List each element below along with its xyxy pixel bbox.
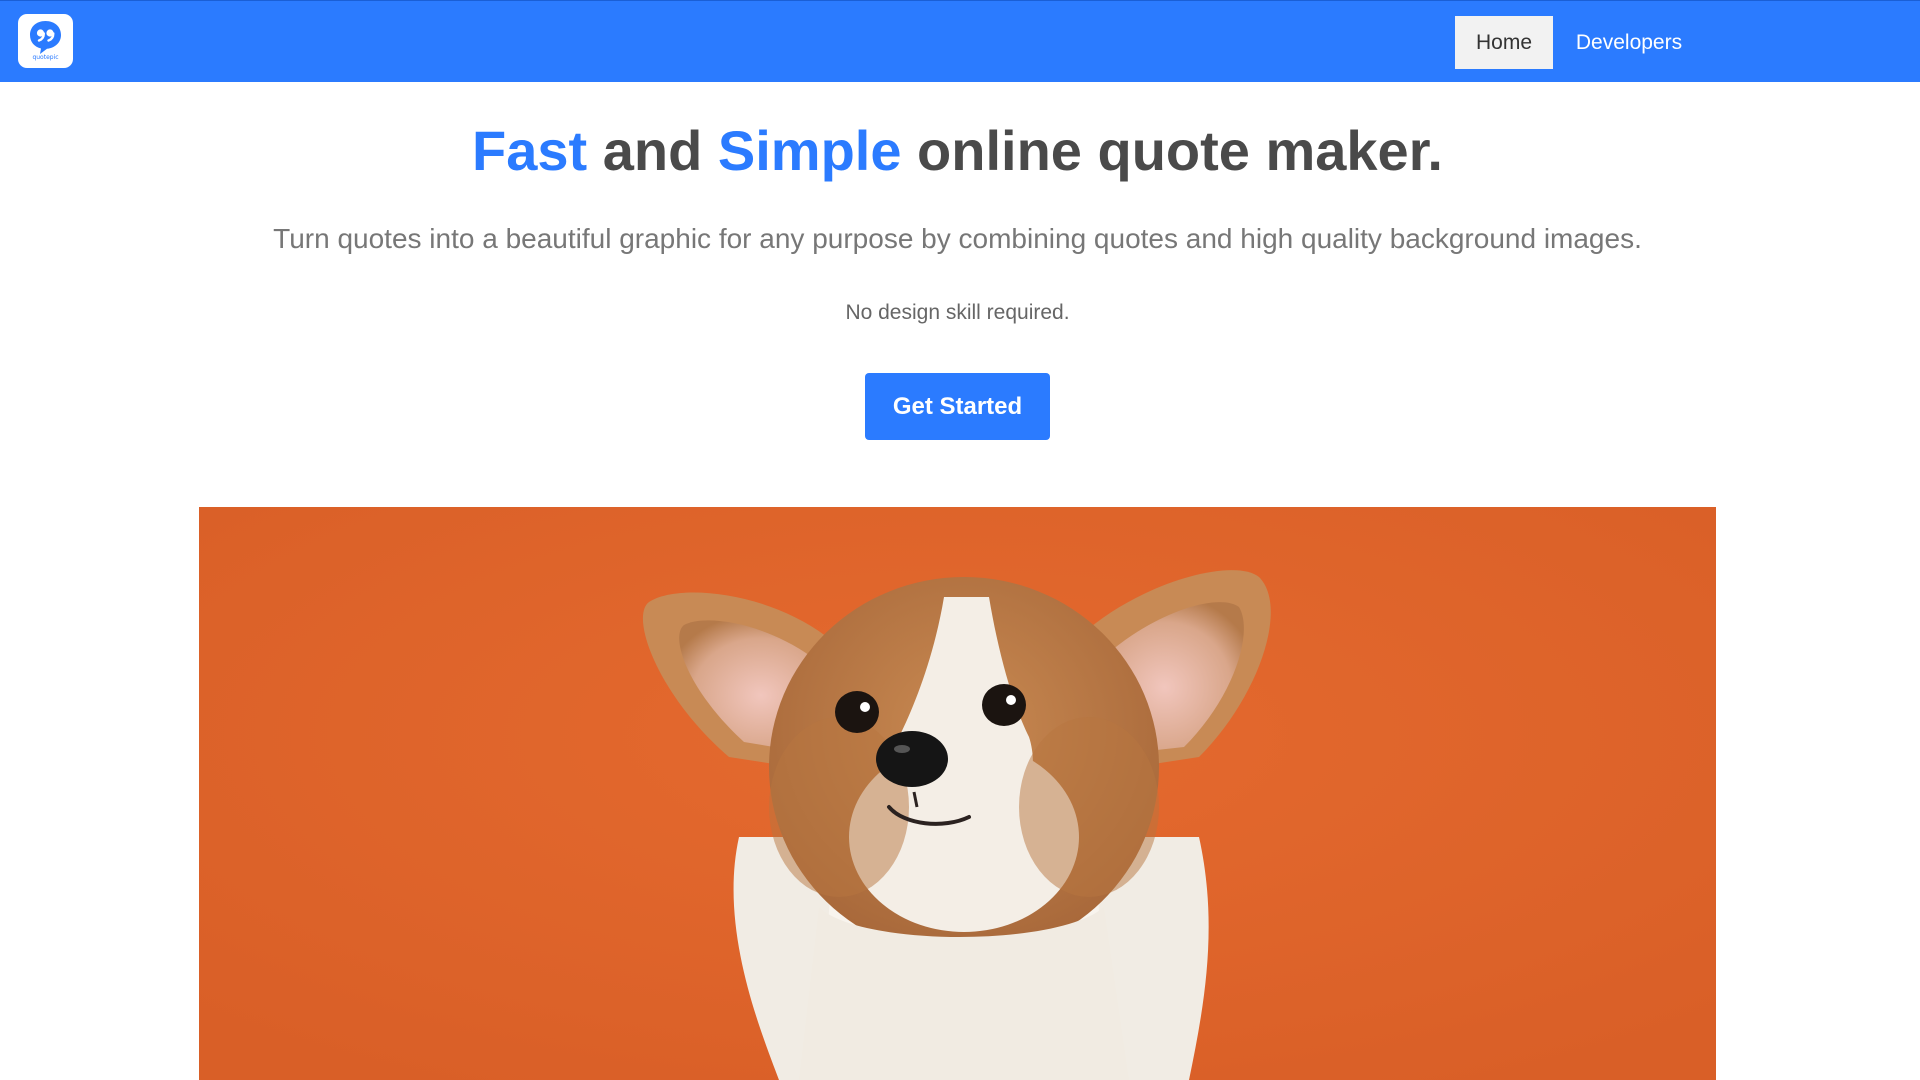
headline-fast: Fast xyxy=(472,119,588,182)
headline-and: and xyxy=(587,119,718,182)
page-headline: Fast and Simple online quote maker. xyxy=(0,116,1915,186)
hero-tagline: No design skill required. xyxy=(845,301,1070,324)
nav-home-link[interactable]: Home xyxy=(1455,16,1553,69)
nav-developers-link[interactable]: Developers xyxy=(1573,16,1685,69)
quotepic-logo[interactable]: quotepic xyxy=(18,14,73,68)
hero-image xyxy=(199,507,1716,1080)
headline-rest: online quote maker. xyxy=(901,119,1443,182)
logo-wordmark: quotepic xyxy=(32,54,59,61)
top-navbar: quotepic Home Developers xyxy=(0,0,1920,82)
corgi-puppy-image xyxy=(199,507,1716,1080)
headline-simple: Simple xyxy=(717,119,902,182)
get-started-button[interactable]: Get Started xyxy=(865,373,1050,440)
hero-subtitle: Turn quotes into a beautiful graphic for… xyxy=(273,223,1642,254)
